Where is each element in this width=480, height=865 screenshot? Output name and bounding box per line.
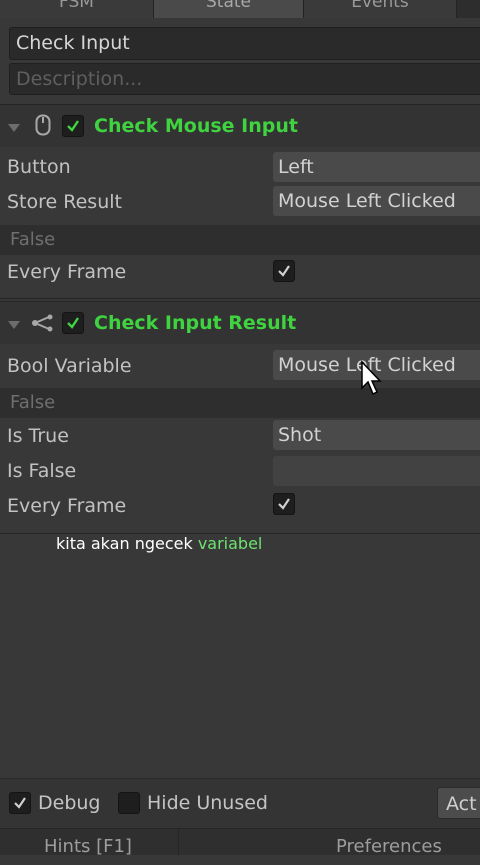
every-frame-checkbox[interactable] (273, 260, 295, 282)
action-title: Check Mouse Input (94, 115, 298, 137)
preferences-button[interactable]: Preferences (336, 829, 442, 857)
button-dropdown[interactable]: Left (273, 152, 480, 182)
divider (178, 829, 179, 855)
subtitle-caption: kita akan ngecek variabel (56, 534, 262, 553)
debug-checkbox[interactable] (9, 792, 31, 814)
is-true-dropdown[interactable]: Shot (273, 420, 480, 450)
store-result-dropdown[interactable]: Mouse Left Clicked (273, 186, 480, 216)
enable-action-checkbox[interactable] (62, 312, 84, 334)
enable-action-checkbox[interactable] (62, 115, 84, 137)
every-frame-label: Every Frame (7, 261, 127, 283)
store-result-label: Store Result (7, 191, 122, 213)
false-event-field[interactable]: False (0, 388, 480, 418)
tab-bar: FSM State Events (0, 0, 480, 18)
state-description-input[interactable]: Description... (9, 63, 480, 95)
divider (0, 298, 480, 299)
caption-highlight: variabel (197, 534, 263, 553)
bool-variable-label: Bool Variable (7, 355, 132, 377)
every-frame-checkbox[interactable] (273, 493, 295, 515)
is-false-label: Is False (7, 460, 77, 482)
foldout-arrow-icon[interactable] (8, 119, 20, 138)
false-event-field[interactable]: False (0, 225, 480, 255)
is-true-label: Is True (7, 425, 69, 447)
tab-events[interactable]: Events (304, 0, 457, 18)
hints-button[interactable]: Hints [F1] (44, 829, 132, 857)
foldout-arrow-icon[interactable] (8, 316, 20, 335)
debug-label: Debug (38, 792, 101, 814)
tab-fsm[interactable]: FSM (0, 0, 154, 18)
every-frame-label: Every Frame (7, 495, 127, 517)
bottom-toolbar: Debug Hide Unused Act (0, 778, 480, 829)
action-title: Check Input Result (94, 312, 297, 334)
tab-state[interactable]: State (154, 0, 304, 18)
mouse-cursor-icon (360, 360, 382, 400)
caption-text: kita akan ngecek (56, 534, 198, 553)
hide-unused-label: Hide Unused (147, 792, 268, 814)
action-browser-button[interactable]: Act (437, 787, 480, 819)
hide-unused-checkbox[interactable] (118, 792, 140, 814)
state-name-input[interactable]: Check Input (9, 27, 480, 60)
button-label: Button (7, 156, 71, 178)
is-false-dropdown[interactable] (273, 456, 480, 486)
mouse-icon (35, 114, 51, 140)
branch-icon (31, 313, 55, 337)
footer-bar: Hints [F1] Preferences (0, 828, 480, 857)
action-header-check-input-result[interactable]: Check Input Result (0, 301, 480, 344)
action-header-check-mouse-input[interactable]: Check Mouse Input (0, 104, 480, 147)
